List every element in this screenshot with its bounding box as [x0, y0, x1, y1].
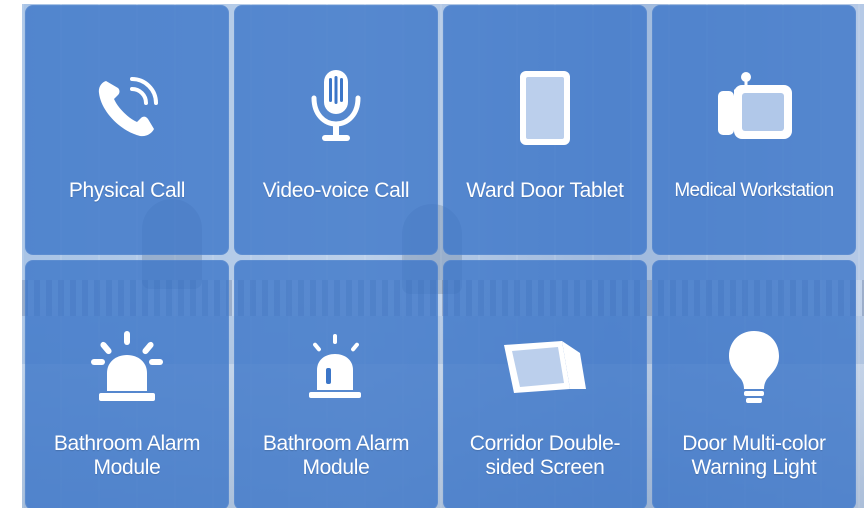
double-sided-screen-icon	[500, 322, 590, 412]
tile-bathroom-alarm-module-2[interactable]: Bathroom Alarm Module	[234, 260, 438, 508]
phone-icon	[82, 63, 172, 153]
tile-label: Door Multi-color Warning Light	[656, 432, 852, 480]
tile-label: Medical Workstation	[674, 180, 834, 201]
microphone-icon	[291, 63, 381, 153]
device-grid-panel: Physical Call Video-voice Call Ward Door…	[0, 0, 864, 508]
workstation-icon	[709, 63, 799, 153]
tile-label-line: Corridor Double-	[469, 432, 621, 455]
tile-label-line: Bathroom Alarm	[262, 432, 410, 455]
tile-door-multi-color-warning-light[interactable]: Door Multi-color Warning Light	[652, 260, 856, 508]
tile-label-line: Warning Light	[691, 456, 817, 479]
tile-label: Physical Call	[68, 179, 186, 202]
device-grid: Physical Call Video-voice Call Ward Door…	[25, 5, 856, 508]
tile-label: Video-voice Call	[262, 179, 410, 202]
alarm-beacon-icon	[291, 322, 381, 412]
tile-ward-door-tablet[interactable]: Ward Door Tablet	[443, 5, 647, 255]
tile-label: Bathroom Alarm Module	[29, 432, 225, 480]
tablet-icon	[500, 63, 590, 153]
tile-label: Bathroom Alarm Module	[238, 432, 434, 480]
tile-label: Corridor Double- sided Screen	[447, 432, 643, 480]
tile-label-line: Module	[93, 456, 161, 479]
tile-label-line: Door Multi-color	[682, 432, 826, 455]
tile-corridor-double-sided-screen[interactable]: Corridor Double- sided Screen	[443, 260, 647, 508]
tile-video-voice-call[interactable]: Video-voice Call	[234, 5, 438, 255]
tile-label-line: Module	[302, 456, 370, 479]
alarm-light-icon	[82, 322, 172, 412]
light-bulb-icon	[709, 322, 799, 412]
tile-label-line: Bathroom Alarm	[53, 432, 201, 455]
tile-label-line: sided Screen	[485, 456, 605, 479]
tile-label: Ward Door Tablet	[466, 179, 624, 202]
tile-bathroom-alarm-module-1[interactable]: Bathroom Alarm Module	[25, 260, 229, 508]
tile-medical-workstation[interactable]: Medical Workstation	[652, 5, 856, 255]
tile-physical-call[interactable]: Physical Call	[25, 5, 229, 255]
